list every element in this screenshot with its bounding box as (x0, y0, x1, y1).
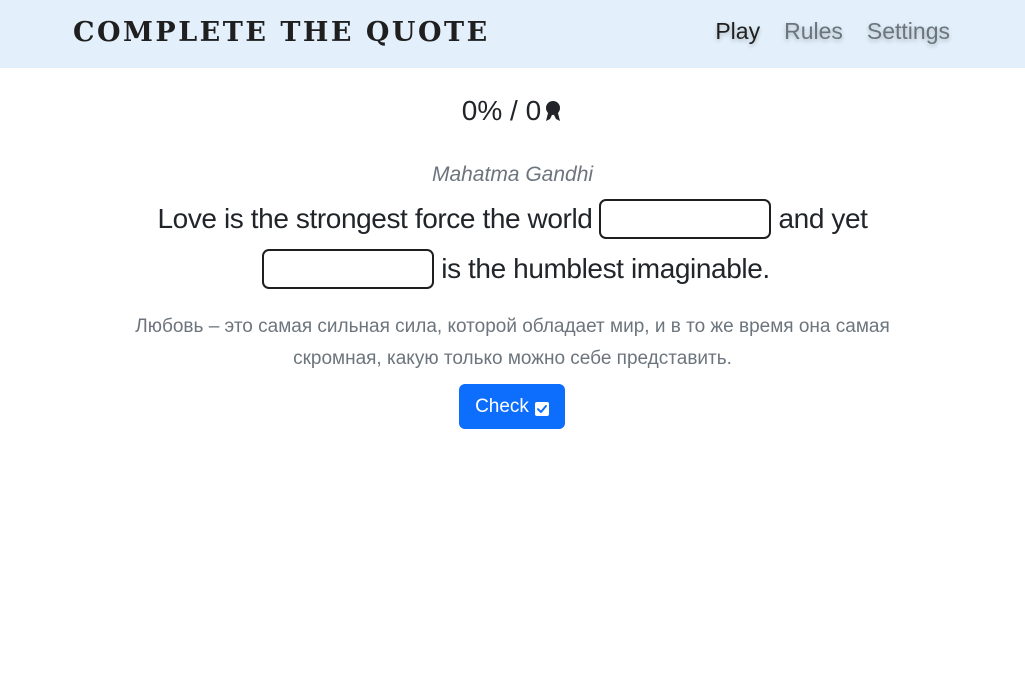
quote-translation: Любовь – это самая сильная сила, которой… (0, 311, 1025, 375)
score-display: 0% / 0 (0, 95, 1025, 129)
check-button-label: Check (475, 395, 529, 417)
nav-link-rules[interactable]: Rules (784, 18, 843, 45)
brand-title[interactable]: COMPLETE THE QUOTE (73, 17, 490, 48)
nav-link-settings[interactable]: Settings (867, 18, 950, 45)
blank-input-1[interactable] (599, 199, 772, 239)
quote-text-segment: is the humblest imaginable. (441, 253, 770, 284)
quote-text-segment: and yet (778, 203, 868, 234)
quote-line-2: is the humblest imaginable. (0, 249, 1025, 289)
score-text: 0% / 0 (461, 95, 542, 126)
translation-line: скромная, какую только можно себе предст… (293, 348, 732, 369)
nav-link-play[interactable]: Play (715, 18, 760, 45)
translation-line: Любовь – это самая сильная сила, которой… (135, 316, 890, 337)
award-icon (543, 97, 563, 129)
quote-line-1: Love is the strongest force the world and… (0, 199, 1025, 239)
navbar: COMPLETE THE QUOTE Play Rules Settings (0, 0, 1025, 68)
blank-input-2[interactable] (262, 249, 435, 289)
check-button[interactable]: Check (459, 384, 565, 429)
check-square-icon (534, 400, 549, 416)
quote-author: Mahatma Gandhi (431, 163, 594, 186)
quote-text-segment: Love is the strongest force the world (157, 203, 593, 234)
nav-links: Play Rules Settings (715, 18, 950, 45)
